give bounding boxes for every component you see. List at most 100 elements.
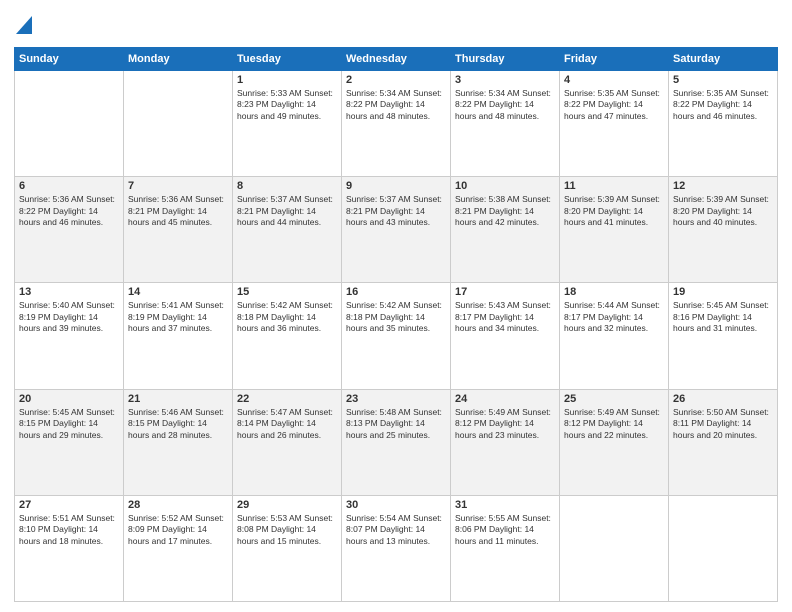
weekday-header: Monday — [124, 48, 233, 71]
day-number: 29 — [237, 499, 337, 511]
day-info: Sunrise: 5:37 AM Sunset: 8:21 PM Dayligh… — [346, 194, 446, 228]
day-info: Sunrise: 5:44 AM Sunset: 8:17 PM Dayligh… — [564, 300, 664, 334]
calendar-week-row: 6Sunrise: 5:36 AM Sunset: 8:22 PM Daylig… — [15, 177, 778, 283]
day-info: Sunrise: 5:48 AM Sunset: 8:13 PM Dayligh… — [346, 407, 446, 441]
day-info: Sunrise: 5:46 AM Sunset: 8:15 PM Dayligh… — [128, 407, 228, 441]
day-info: Sunrise: 5:54 AM Sunset: 8:07 PM Dayligh… — [346, 513, 446, 547]
day-info: Sunrise: 5:49 AM Sunset: 8:12 PM Dayligh… — [455, 407, 555, 441]
day-info: Sunrise: 5:34 AM Sunset: 8:22 PM Dayligh… — [455, 88, 555, 122]
weekday-header: Wednesday — [342, 48, 451, 71]
day-info: Sunrise: 5:50 AM Sunset: 8:11 PM Dayligh… — [673, 407, 773, 441]
day-number: 16 — [346, 286, 446, 298]
calendar-week-row: 13 Sunrise: 5:40 AM Sunset: 8:19 PM Dayli… — [15, 283, 778, 389]
day-info: Sunrise: 5:41 AM Sunset: 8:19 PM Dayligh… — [128, 300, 228, 334]
day-info: Sunrise: 5:45 AM Sunset: 8:16 PM Dayligh… — [673, 300, 773, 334]
day-info: Sunrise: 5:33 AM Sunset: 8:23 PM Dayligh… — [237, 88, 337, 122]
calendar-cell: 9Sunrise: 5:37 AM Sunset: 8:21 PM Daylig… — [342, 177, 451, 283]
page: SundayMondayTuesdayWednesdayThursdayFrid… — [0, 0, 792, 612]
calendar-cell: 8Sunrise: 5:37 AM Sunset: 8:21 PM Daylig… — [233, 177, 342, 283]
day-number: 31 — [455, 499, 555, 511]
calendar-cell: 4 Sunrise: 5:35 AM Sunset: 8:22 PM Daylig… — [560, 71, 669, 177]
day-info: Sunrise: 5:52 AM Sunset: 8:09 PM Dayligh… — [128, 513, 228, 547]
calendar-week-row: 27 Sunrise: 5:51 AM Sunset: 8:10 PM Dayli… — [15, 495, 778, 601]
calendar-cell: 6Sunrise: 5:36 AM Sunset: 8:22 PM Daylig… — [15, 177, 124, 283]
day-number: 2 — [346, 74, 446, 86]
calendar-cell — [560, 495, 669, 601]
day-number: 7 — [128, 180, 228, 192]
day-info: Sunrise: 5:35 AM Sunset: 8:22 PM Dayligh… — [564, 88, 664, 122]
day-info: Sunrise: 5:39 AM Sunset: 8:20 PM Dayligh… — [673, 194, 773, 228]
calendar-cell: 3Sunrise: 5:34 AM Sunset: 8:22 PM Daylig… — [451, 71, 560, 177]
calendar-week-row: 1 Sunrise: 5:33 AM Sunset: 8:23 PM Daylig… — [15, 71, 778, 177]
weekday-header: Friday — [560, 48, 669, 71]
day-info: Sunrise: 5:42 AM Sunset: 8:18 PM Dayligh… — [237, 300, 337, 334]
calendar-cell — [15, 71, 124, 177]
day-number: 18 — [564, 286, 664, 298]
header — [14, 10, 778, 39]
weekday-header: Sunday — [15, 48, 124, 71]
day-number: 12 — [673, 180, 773, 192]
calendar-week-row: 20 Sunrise: 5:45 AM Sunset: 8:15 PM Dayli… — [15, 389, 778, 495]
calendar-cell: 28 Sunrise: 5:52 AM Sunset: 8:09 PM Dayli… — [124, 495, 233, 601]
day-info: Sunrise: 5:40 AM Sunset: 8:19 PM Dayligh… — [19, 300, 119, 334]
calendar-cell: 24Sunrise: 5:49 AM Sunset: 8:12 PM Dayli… — [451, 389, 560, 495]
day-info: Sunrise: 5:39 AM Sunset: 8:20 PM Dayligh… — [564, 194, 664, 228]
day-info: Sunrise: 5:45 AM Sunset: 8:15 PM Dayligh… — [19, 407, 119, 441]
day-number: 4 — [564, 74, 664, 86]
day-number: 22 — [237, 393, 337, 405]
day-number: 26 — [673, 393, 773, 405]
day-number: 13 — [19, 286, 119, 298]
calendar-cell: 20 Sunrise: 5:45 AM Sunset: 8:15 PM Dayli… — [15, 389, 124, 495]
calendar-cell: 15 Sunrise: 5:42 AM Sunset: 8:18 PM Dayli… — [233, 283, 342, 389]
calendar-cell: 30 Sunrise: 5:54 AM Sunset: 8:07 PM Dayli… — [342, 495, 451, 601]
calendar-cell: 26 Sunrise: 5:50 AM Sunset: 8:11 PM Dayli… — [669, 389, 778, 495]
day-number: 15 — [237, 286, 337, 298]
day-number: 28 — [128, 499, 228, 511]
day-info: Sunrise: 5:36 AM Sunset: 8:21 PM Dayligh… — [128, 194, 228, 228]
day-number: 10 — [455, 180, 555, 192]
calendar-cell: 29 Sunrise: 5:53 AM Sunset: 8:08 PM Dayli… — [233, 495, 342, 601]
calendar-cell: 7 Sunrise: 5:36 AM Sunset: 8:21 PM Daylig… — [124, 177, 233, 283]
day-number: 14 — [128, 286, 228, 298]
weekday-header-row: SundayMondayTuesdayWednesdayThursdayFrid… — [15, 48, 778, 71]
calendar-cell: 10 Sunrise: 5:38 AM Sunset: 8:21 PM Dayli… — [451, 177, 560, 283]
day-info: Sunrise: 5:37 AM Sunset: 8:21 PM Dayligh… — [237, 194, 337, 228]
calendar-cell: 12 Sunrise: 5:39 AM Sunset: 8:20 PM Dayli… — [669, 177, 778, 283]
calendar-cell: 5Sunrise: 5:35 AM Sunset: 8:22 PM Daylig… — [669, 71, 778, 177]
weekday-header: Saturday — [669, 48, 778, 71]
day-number: 17 — [455, 286, 555, 298]
calendar-cell: 16 Sunrise: 5:42 AM Sunset: 8:18 PM Dayli… — [342, 283, 451, 389]
day-number: 27 — [19, 499, 119, 511]
logo — [14, 10, 32, 39]
day-info: Sunrise: 5:36 AM Sunset: 8:22 PM Dayligh… — [19, 194, 119, 228]
day-number: 30 — [346, 499, 446, 511]
day-info: Sunrise: 5:43 AM Sunset: 8:17 PM Dayligh… — [455, 300, 555, 334]
calendar-cell: 18 Sunrise: 5:44 AM Sunset: 8:17 PM Dayli… — [560, 283, 669, 389]
logo-icon — [16, 12, 32, 34]
calendar-cell: 31 Sunrise: 5:55 AM Sunset: 8:06 PM Dayli… — [451, 495, 560, 601]
calendar-cell: 2Sunrise: 5:34 AM Sunset: 8:22 PM Daylig… — [342, 71, 451, 177]
day-number: 1 — [237, 74, 337, 86]
calendar-table: SundayMondayTuesdayWednesdayThursdayFrid… — [14, 47, 778, 602]
calendar-cell: 17 Sunrise: 5:43 AM Sunset: 8:17 PM Dayli… — [451, 283, 560, 389]
weekday-header: Thursday — [451, 48, 560, 71]
day-info: Sunrise: 5:55 AM Sunset: 8:06 PM Dayligh… — [455, 513, 555, 547]
day-number: 19 — [673, 286, 773, 298]
day-number: 23 — [346, 393, 446, 405]
calendar-cell: 22 Sunrise: 5:47 AM Sunset: 8:14 PM Dayli… — [233, 389, 342, 495]
calendar-cell — [669, 495, 778, 601]
day-info: Sunrise: 5:35 AM Sunset: 8:22 PM Dayligh… — [673, 88, 773, 122]
calendar-cell: 1 Sunrise: 5:33 AM Sunset: 8:23 PM Daylig… — [233, 71, 342, 177]
calendar-cell: 25Sunrise: 5:49 AM Sunset: 8:12 PM Dayli… — [560, 389, 669, 495]
calendar-cell: 11Sunrise: 5:39 AM Sunset: 8:20 PM Dayli… — [560, 177, 669, 283]
calendar-cell: 14 Sunrise: 5:41 AM Sunset: 8:19 PM Dayli… — [124, 283, 233, 389]
day-info: Sunrise: 5:51 AM Sunset: 8:10 PM Dayligh… — [19, 513, 119, 547]
day-number: 20 — [19, 393, 119, 405]
day-info: Sunrise: 5:42 AM Sunset: 8:18 PM Dayligh… — [346, 300, 446, 334]
day-info: Sunrise: 5:38 AM Sunset: 8:21 PM Dayligh… — [455, 194, 555, 228]
calendar-cell: 27 Sunrise: 5:51 AM Sunset: 8:10 PM Dayli… — [15, 495, 124, 601]
day-info: Sunrise: 5:47 AM Sunset: 8:14 PM Dayligh… — [237, 407, 337, 441]
day-info: Sunrise: 5:53 AM Sunset: 8:08 PM Dayligh… — [237, 513, 337, 547]
weekday-header: Tuesday — [233, 48, 342, 71]
calendar-cell: 13 Sunrise: 5:40 AM Sunset: 8:19 PM Dayli… — [15, 283, 124, 389]
